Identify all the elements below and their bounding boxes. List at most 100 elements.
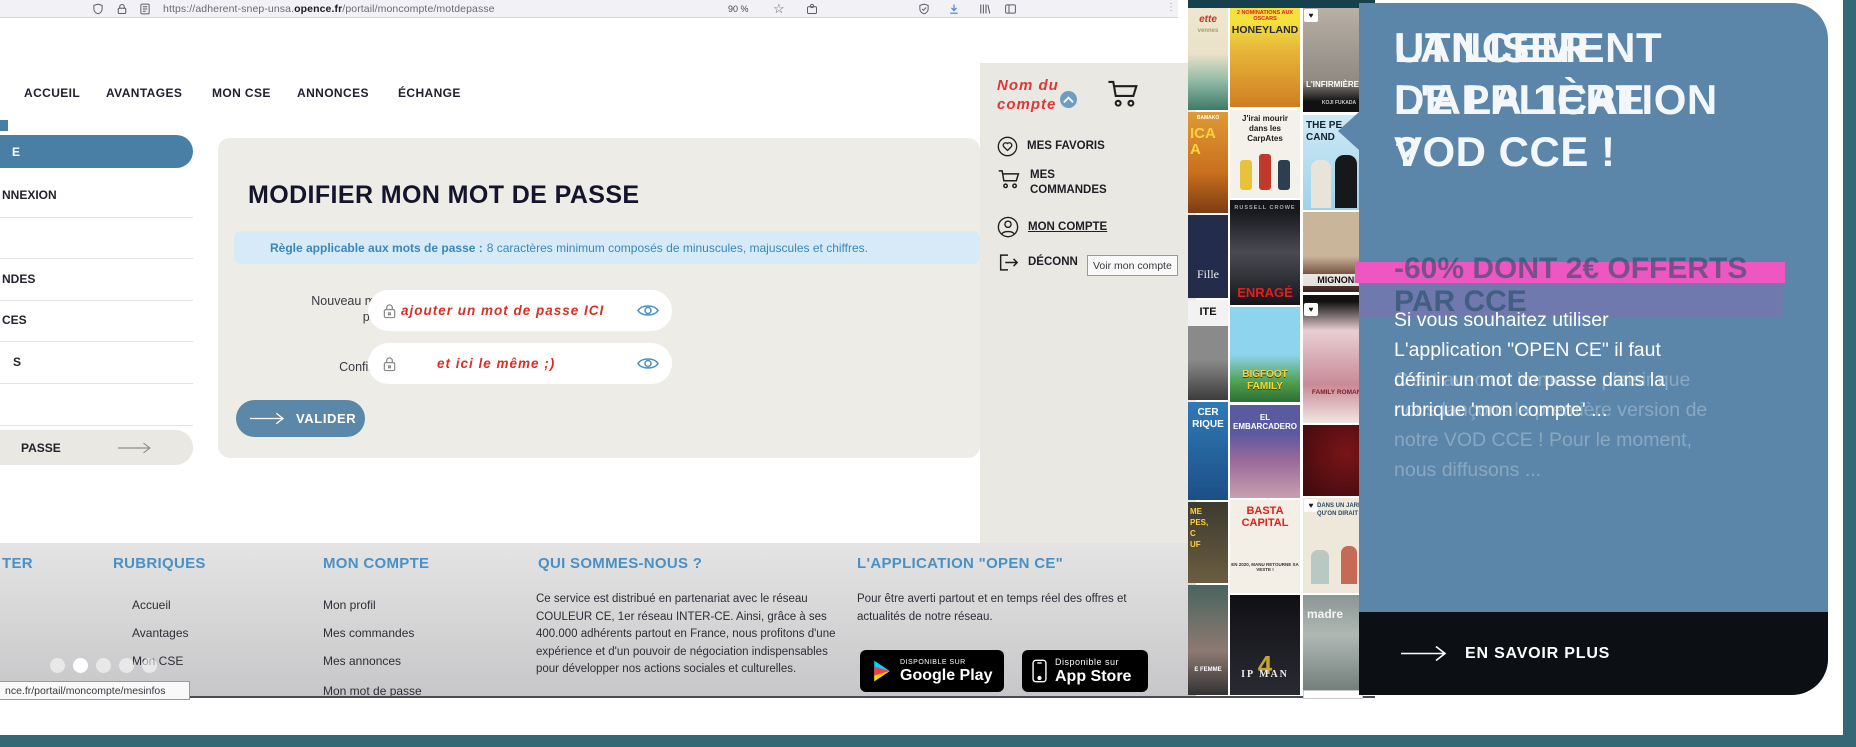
site-info-icon[interactable] — [92, 3, 104, 15]
show-password-icon[interactable] — [637, 303, 659, 318]
footer-link-mot-de-passe[interactable]: Mon mot de passe — [323, 684, 422, 696]
sidebar-item-annonces[interactable]: S — [13, 355, 21, 369]
poster-title: ME PES, C UF — [1190, 507, 1209, 549]
movie-poster[interactable]: EL EMBARCADERO — [1230, 405, 1300, 498]
download-icon[interactable] — [948, 3, 960, 15]
poster-title: E FEMME — [1194, 667, 1222, 673]
movie-poster[interactable]: ITE — [1188, 300, 1228, 400]
promo-title: UTILISER L'APPLICATION ? — [1394, 24, 1718, 175]
promo-cta-label: EN SAVOIR PLUS — [1465, 644, 1611, 662]
cookie-banner-peek — [1303, 690, 1363, 699]
nav-accueil[interactable]: ACCUEIL — [24, 86, 80, 100]
poster-art — [1311, 550, 1329, 584]
movie-poster[interactable]: Fille — [1188, 215, 1228, 298]
reader-mode-icon[interactable] — [139, 3, 151, 15]
overflow-menu-icon[interactable]: ⋮ — [1166, 2, 1176, 13]
sidebar-item-commandes[interactable]: NDES — [2, 272, 35, 286]
poster-art — [1335, 155, 1357, 208]
sidebar-item-active[interactable]: E — [0, 135, 193, 168]
poster-title: ENRAGÉ — [1237, 285, 1293, 300]
footer-link-mes-annonces[interactable]: Mes annonces — [323, 654, 401, 668]
carousel-dot-active[interactable] — [73, 658, 88, 673]
footer-link-mon-profil[interactable]: Mon profil — [323, 598, 376, 612]
as-small-label: Disponible sur — [1055, 656, 1120, 667]
footer-link-accueil[interactable]: Accueil — [132, 598, 171, 612]
sidebar-divider — [0, 383, 193, 384]
browser-url-bar: https://adherent-snep-unsa.opence.fr/por… — [0, 0, 1178, 18]
chevron-up-icon[interactable] — [1060, 91, 1077, 108]
footer-col-contact-fragment: TER — [2, 555, 33, 572]
lock-icon[interactable] — [116, 3, 128, 15]
promo-cta[interactable]: EN SAVOIR PLUS — [1359, 612, 1828, 695]
sidebar-item-motdepasse[interactable]: PASSE — [0, 430, 193, 465]
sidebar-divider — [0, 341, 193, 342]
movie-poster[interactable]: CER RIQUE — [1188, 402, 1228, 500]
heart-icon — [997, 136, 1018, 157]
extension-icon[interactable] — [806, 3, 818, 15]
favorite-icon[interactable]: ♥ — [1304, 499, 1318, 512]
poster-subtitle: BAMAKO — [1196, 115, 1220, 121]
poster-art — [1341, 546, 1357, 584]
footer-heading-qui-sommes-nous: QUI SOMMES-NOUS ? — [538, 555, 703, 572]
carousel-dot[interactable] — [50, 658, 65, 673]
google-play-badge[interactable]: DISPONIBLE SUR Google Play — [860, 650, 1004, 692]
nav-mon-cse[interactable]: MON CSE — [212, 86, 271, 100]
confirm-password-annotation: et ici le même ;) — [437, 356, 556, 371]
sidebar-active-label: E — [12, 144, 21, 159]
movie-poster[interactable]: J'irai mourir dans les CarpAtes — [1230, 110, 1300, 198]
show-password-icon[interactable] — [637, 356, 659, 371]
nav-avantages[interactable]: AVANTAGES — [106, 86, 182, 100]
nav-annonces[interactable]: ANNONCES — [297, 86, 369, 100]
movie-poster[interactable]: ME PES, C UF — [1188, 502, 1228, 583]
movie-poster[interactable]: E FEMME — [1188, 585, 1228, 695]
poster-title: EL EMBARCADERO — [1233, 413, 1297, 431]
google-play-icon — [874, 660, 890, 682]
movie-poster[interactable]: RUSSELL CROWE ENRAGÉ — [1230, 200, 1300, 305]
poster-title: J'irai mourir dans les CarpAtes — [1242, 114, 1288, 143]
movie-poster[interactable]: 4 IP MAN — [1230, 595, 1300, 695]
sidebar-motdepasse-label: PASSE — [21, 440, 61, 455]
poster-subtitle: EN 2020, MANU RETOURNE SA VESTE ! — [1231, 562, 1299, 572]
url-text[interactable]: https://adherent-snep-unsa.opence.fr/por… — [163, 3, 495, 15]
app-store-badge[interactable]: Disponible sur App Store — [1022, 650, 1148, 692]
footer-link-mon-cse[interactable]: Mon CSE — [132, 654, 183, 668]
carousel-dot[interactable] — [142, 658, 157, 673]
vod-window-top-bar — [1188, 0, 1375, 8]
menu-item-commandes[interactable]: MES COMMANDES — [997, 168, 1126, 198]
sidebar-item-preferences[interactable]: CES — [2, 313, 27, 327]
cart-icon[interactable] — [1106, 78, 1140, 109]
arrow-right-icon — [1401, 645, 1447, 662]
movie-poster[interactable]: BIGFOOT FAMILY — [1230, 307, 1300, 402]
nav-echange[interactable]: ÉCHANGE — [398, 86, 461, 100]
library-icon[interactable] — [978, 3, 991, 15]
movie-poster[interactable]: 2 NOMINATIONS AUX OSCARS HONEYLAND — [1230, 8, 1300, 107]
poster-art — [1240, 160, 1252, 190]
favorite-icon[interactable]: ♥ — [1304, 9, 1318, 22]
poster-title: BIGFOOT FAMILY — [1242, 369, 1288, 392]
menu-item-compte[interactable]: MON COMPTE — [997, 216, 1124, 238]
desktop-edge-right — [1843, 0, 1856, 747]
promo-text: Si vous souhaitez utiliser L'application… — [1394, 309, 1666, 421]
menu-item-favoris[interactable]: MES FAVORIS — [997, 136, 1123, 157]
zoom-level-badge[interactable]: 90 % — [728, 4, 749, 14]
movie-poster[interactable]: ette vennes — [1188, 8, 1228, 110]
footer-link-mes-commandes[interactable]: Mes commandes — [323, 626, 414, 640]
poster-title: ITE — [1199, 306, 1217, 318]
tracking-shield-icon[interactable] — [918, 3, 930, 15]
account-name[interactable]: Nom du compte — [997, 76, 1059, 114]
sidebar-item-connexion[interactable]: NNEXION — [2, 188, 57, 202]
footer-link-avantages[interactable]: Avantages — [132, 626, 189, 640]
movie-poster[interactable]: BAMAKO ICA A — [1188, 112, 1228, 213]
poster-title: HONEYLAND — [1231, 24, 1299, 36]
bookmark-star-icon[interactable]: ☆ — [773, 1, 785, 17]
submit-button[interactable]: VALIDER — [236, 400, 365, 437]
footer-about-text: Ce service est distribué en partenariat … — [536, 593, 836, 675]
new-password-field[interactable]: ajouter un mot de passe ICI — [368, 290, 672, 331]
sidebar-toggle-icon[interactable] — [1004, 3, 1017, 15]
carousel-dot[interactable] — [96, 658, 111, 673]
submit-label: VALIDER — [296, 411, 357, 426]
movie-poster[interactable]: BASTA CAPITAL EN 2020, MANU RETOURNE SA … — [1230, 500, 1300, 593]
confirm-password-field[interactable]: et ici le même ;) — [368, 343, 672, 384]
carousel-dot[interactable] — [119, 658, 134, 673]
favorite-icon[interactable]: ♥ — [1304, 303, 1318, 316]
